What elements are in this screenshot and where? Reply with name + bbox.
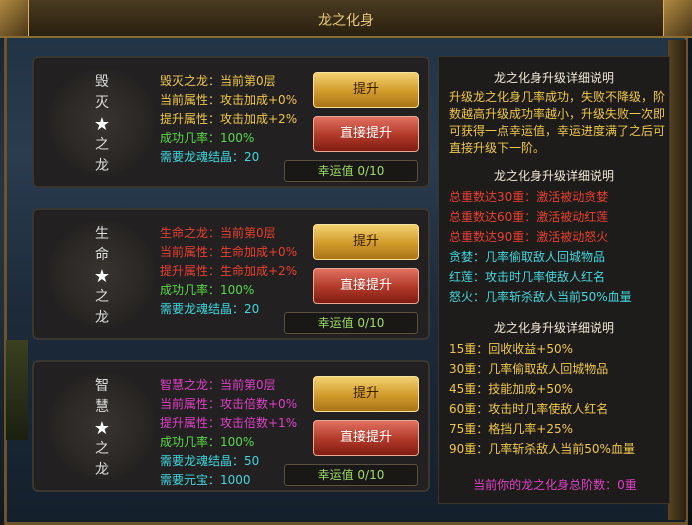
passive-skill-item: 总重数达30重：激活被动贪婪 <box>449 190 609 204</box>
dragon-panel: 生命 ★ 之龙 生命之龙：当前第0层当前属性：生命加成+0% 提升属性：生命加成+2% 成… <box>32 208 430 340</box>
emblem-char: 之 <box>95 441 109 457</box>
passive-skill-item: 贪婪：几率偷取敌人回城物品 <box>449 250 606 264</box>
window-title: 龙之化身 <box>318 13 374 29</box>
section-heading: 龙之化身升级详细说明 <box>493 321 614 335</box>
milestone-item: 45重：技能加成+50% <box>449 382 573 396</box>
emblem-char: 智 <box>95 378 109 394</box>
upgrade-button[interactable]: 提升 <box>313 224 419 260</box>
next-attribute-text: 提升属性：攻击倍数+1% <box>160 416 298 430</box>
gold-cost-text: 需要元宝：1000 <box>160 473 251 487</box>
dragon-level-text: 智慧之龙：当前第0层 <box>160 378 276 392</box>
milestone-item: 15重：回收收益+50% <box>449 342 573 356</box>
luck-value-text: 幸运值 0/10 <box>317 316 385 330</box>
passive-skill-item: 怒火：几率斩杀敌人当前50%血量 <box>449 290 632 304</box>
emblem-char: 之 <box>95 289 109 305</box>
right-ornament <box>668 40 686 520</box>
emblem-char: 灭 <box>95 95 109 111</box>
success-rate-text: 成功几率：100% <box>160 435 255 449</box>
passive-skill-item: 总重数达60重：激活被动红莲 <box>449 210 609 224</box>
passive-skill-list: 总重数达30重：激活被动贪婪 总重数达60重：激活被动红莲 总重数达90重：激活被动… <box>439 187 669 307</box>
upgrade-description-panel: 龙之化身升级详细说明 升级龙之化身几率成功，失败不降级，阶数越高升级成功率越小，… <box>438 56 670 504</box>
crystal-cost-text: 需要龙魂结晶：50 <box>160 454 260 468</box>
direct-upgrade-button[interactable]: 直接提升 <box>313 268 419 304</box>
dragon-emblem: 智慧 ★ 之龙 <box>48 372 156 480</box>
dragon-emblem: 毁灭 ★ 之龙 <box>48 68 156 176</box>
luck-value-text: 幸运值 0/10 <box>317 164 385 178</box>
dragon-level-text: 毁灭之龙：当前第0层 <box>160 74 276 88</box>
emblem-char: 龙 <box>95 462 109 478</box>
dragon-panel: 智慧 ★ 之龙 智慧之龙：当前第0层当前属性：攻击倍数+0% 提升属性：攻击倍数+1% 成… <box>32 360 430 492</box>
emblem-char: 命 <box>95 247 109 263</box>
luck-progress-bar: 幸运值 0/10 <box>284 464 418 486</box>
milestone-item: 75重：格挡几率+25% <box>449 422 573 436</box>
emblem-char: 慧 <box>95 399 109 415</box>
dragon-emblem: 生命 ★ 之龙 <box>48 220 156 328</box>
emblem-char: 龙 <box>95 310 109 326</box>
upgrade-description-text: 升级龙之化身几率成功，失败不降级，阶数越高升级成功率越小，升级失败一次即可获得一… <box>449 90 666 155</box>
current-attribute-text: 当前属性：生命加成+0% <box>160 245 298 259</box>
passive-skill-item: 总重数达90重：激活被动怒火 <box>449 230 609 244</box>
current-attribute-text: 当前属性：攻击倍数+0% <box>160 397 298 411</box>
star-icon: ★ <box>93 418 111 439</box>
emblem-char: 之 <box>95 137 109 153</box>
milestone-list: 15重：回收收益+50% 30重：几率偷取敌人回城物品 45重：技能加成+50% 60… <box>439 339 669 459</box>
dragon-info: 生命之龙：当前第0层当前属性：生命加成+0% 提升属性：生命加成+2% 成功几率：1… <box>160 224 297 319</box>
success-rate-text: 成功几率：100% <box>160 131 255 145</box>
milestone-item: 90重：几率斩杀敌人当前50%血量 <box>449 442 635 456</box>
dragon-emblem-title: 生命 ★ 之龙 <box>48 224 156 329</box>
luck-progress-bar: 幸运值 0/10 <box>284 312 418 334</box>
dragon-info: 智慧之龙：当前第0层当前属性：攻击倍数+0% 提升属性：攻击倍数+1% 成功几率：1… <box>160 376 297 490</box>
dragon-info: 毁灭之龙：当前第0层当前属性：攻击加成+0% 提升属性：攻击加成+2% 成功几率：1… <box>160 72 297 167</box>
emblem-char: 毁 <box>95 74 109 90</box>
left-ornament <box>6 340 28 440</box>
upgrade-button[interactable]: 提升 <box>313 72 419 108</box>
upgrade-button[interactable]: 提升 <box>313 376 419 412</box>
dragon-level-text: 生命之龙：当前第0层 <box>160 226 276 240</box>
crystal-cost-text: 需要龙魂结晶：20 <box>160 302 260 316</box>
success-rate-text: 成功几率：100% <box>160 283 255 297</box>
title-bar: 龙之化身 <box>0 0 692 38</box>
milestone-item: 60重：攻击时几率使敌人红名 <box>449 402 609 416</box>
star-icon: ★ <box>93 266 111 287</box>
direct-upgrade-button[interactable]: 直接提升 <box>313 420 419 456</box>
luck-value-text: 幸运值 0/10 <box>317 468 385 482</box>
passive-skill-item: 红莲：攻击时几率使敌人红名 <box>449 270 606 284</box>
next-attribute-text: 提升属性：攻击加成+2% <box>160 112 298 126</box>
luck-progress-bar: 幸运值 0/10 <box>284 160 418 182</box>
emblem-char: 生 <box>95 226 109 242</box>
current-attribute-text: 当前属性：攻击加成+0% <box>160 93 298 107</box>
dragon-panel: 毁灭 ★ 之龙 毁灭之龙：当前第0层当前属性：攻击加成+0% 提升属性：攻击加成+2% 成… <box>32 56 430 188</box>
dragon-emblem-title: 毁灭 ★ 之龙 <box>48 72 156 177</box>
section-heading: 龙之化身升级详细说明 <box>493 169 614 183</box>
star-icon: ★ <box>93 114 111 135</box>
dragon-emblem-title: 智慧 ★ 之龙 <box>48 376 156 481</box>
section-heading: 龙之化身升级详细说明 <box>493 71 614 85</box>
milestone-item: 30重：几率偷取敌人回城物品 <box>449 362 609 376</box>
title-corner-right <box>663 0 692 36</box>
direct-upgrade-button[interactable]: 直接提升 <box>313 116 419 152</box>
total-level-text: 当前你的龙之化身总阶数：0重 <box>473 478 637 492</box>
crystal-cost-text: 需要龙魂结晶：20 <box>160 150 260 164</box>
next-attribute-text: 提升属性：生命加成+2% <box>160 264 298 278</box>
emblem-char: 龙 <box>95 158 109 174</box>
